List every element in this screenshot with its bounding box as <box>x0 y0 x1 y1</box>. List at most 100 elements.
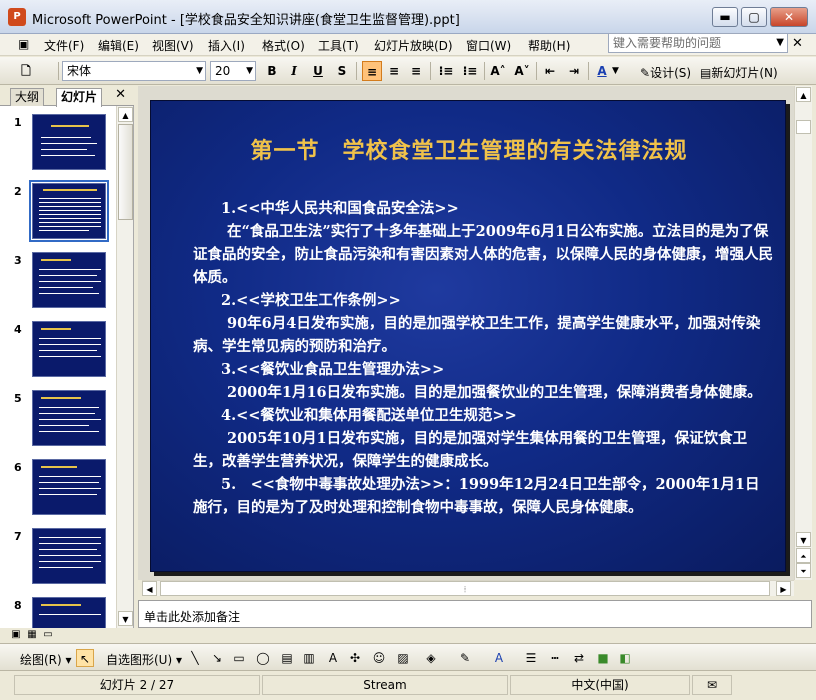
slideshow-view-icon[interactable]: ▭ <box>42 629 54 641</box>
new-document-icon[interactable]: 🗋 <box>16 61 36 81</box>
scrollbar-thumb[interactable] <box>118 124 133 220</box>
slide-thumbnail[interactable] <box>32 459 106 515</box>
bold-button[interactable]: B <box>262 61 282 81</box>
scroll-right-icon[interactable]: ▶ <box>776 581 791 596</box>
select-pointer-icon[interactable]: ↖ <box>76 649 94 667</box>
slide-vertical-scrollbar[interactable]: ▲ ▼ ⏶ ⏷ <box>794 86 812 580</box>
slide-thumbnail-selected[interactable] <box>29 180 109 242</box>
menu-window[interactable]: 窗口(W) <box>466 37 511 54</box>
align-right-icon[interactable]: ≡ <box>406 61 426 81</box>
slide-thumbnail[interactable] <box>32 390 106 446</box>
increase-font-icon[interactable]: A˄ <box>488 61 508 81</box>
slide-title[interactable]: 第一节 学校食堂卫生管理的有关法律法规 <box>151 133 787 165</box>
slide-horizontal-scrollbar[interactable]: ◀ ⦙ ▶ <box>142 580 794 596</box>
chevron-down-icon[interactable]: ▼ <box>612 66 619 76</box>
shadow-style-icon[interactable]: ■ <box>594 649 612 667</box>
diagram-icon[interactable]: ✣ <box>346 649 364 667</box>
scroll-left-icon[interactable]: ◀ <box>142 581 157 596</box>
scroll-down-icon[interactable]: ▼ <box>796 532 811 547</box>
scroll-down-icon[interactable]: ▼ <box>118 611 133 626</box>
font-color-icon[interactable]: A <box>592 61 612 81</box>
oval-icon[interactable]: ◯ <box>254 649 272 667</box>
line-icon[interactable]: ╲ <box>186 649 204 667</box>
menu-view[interactable]: 视图(V) <box>152 37 194 54</box>
clipart-icon[interactable]: ☺ <box>370 649 388 667</box>
slide-thumbnail[interactable] <box>32 597 106 628</box>
thumbnail-item[interactable]: 7 <box>0 526 116 588</box>
increase-indent-icon[interactable]: ⇥ <box>564 61 584 81</box>
slide-thumbnail[interactable] <box>32 114 106 170</box>
thumbnail-scrollbar[interactable]: ▲ ▼ <box>116 106 133 628</box>
dash-style-icon[interactable]: ┅ <box>546 649 564 667</box>
scrollbar-thumb[interactable] <box>796 120 811 134</box>
font-size-select[interactable]: 20 ▼ <box>210 61 256 81</box>
previous-slide-icon[interactable]: ⏶ <box>796 548 811 563</box>
line-style-icon[interactable]: ☰ <box>522 649 540 667</box>
thumbnail-item[interactable]: 4 <box>0 319 116 381</box>
help-search-input[interactable]: 键入需要帮助的问题 ▼ <box>608 33 788 53</box>
draw-menu-button[interactable]: 绘图(R) ▾ <box>20 651 72 668</box>
3d-style-icon[interactable]: ◧ <box>616 649 634 667</box>
menu-help[interactable]: 帮助(H) <box>528 37 570 54</box>
line-color-icon[interactable]: ✎ <box>456 649 474 667</box>
powerpoint-app-icon[interactable]: P <box>8 8 26 26</box>
chevron-down-icon[interactable]: ▼ <box>776 34 784 52</box>
scrollbar-thumb[interactable]: ⦙ <box>160 581 770 596</box>
decrease-indent-icon[interactable]: ⇤ <box>540 61 560 81</box>
slide-body-text[interactable]: 1.<<中华人民共和国食品安全法>> 在“食品卫生法”实行了十多年基础上于200… <box>193 197 773 519</box>
slide-thumbnail[interactable] <box>32 252 106 308</box>
current-slide[interactable]: 第一节 学校食堂卫生管理的有关法律法规 1.<<中华人民共和国食品安全法>> 在… <box>150 100 786 572</box>
document-close-icon[interactable]: ✕ <box>792 36 803 51</box>
italic-button[interactable]: I <box>284 61 304 81</box>
next-slide-icon[interactable]: ⏷ <box>796 563 811 578</box>
close-window-button[interactable]: ✕ <box>770 7 808 27</box>
chevron-down-icon[interactable]: ▼ <box>196 62 203 80</box>
tab-slides[interactable]: 幻灯片 <box>56 88 103 107</box>
slide-thumbnail[interactable] <box>32 321 106 377</box>
align-center-icon[interactable]: ≡ <box>384 61 404 81</box>
menu-slideshow[interactable]: 幻灯片放映(D) <box>374 37 453 54</box>
decrease-font-icon[interactable]: A˅ <box>512 61 532 81</box>
normal-view-icon[interactable]: ▣ <box>10 629 22 641</box>
maximize-button[interactable]: ▢ <box>741 7 767 27</box>
menu-edit[interactable]: 编辑(E) <box>98 37 139 54</box>
autoshapes-button[interactable]: 自选图形(U) ▾ <box>106 651 182 668</box>
new-slide-button[interactable]: ▤新幻灯片(N) <box>700 64 778 81</box>
arrow-icon[interactable]: ↘ <box>208 649 226 667</box>
numbered-list-icon[interactable]: ⁝≡ <box>436 61 456 81</box>
shadow-button[interactable]: S <box>332 61 352 81</box>
scroll-up-icon[interactable]: ▲ <box>796 87 811 102</box>
spelling-status-icon[interactable]: ✉ <box>692 675 732 695</box>
slide-sorter-icon[interactable]: ▦ <box>26 629 38 641</box>
tab-outline[interactable]: 大纲 <box>10 88 45 106</box>
thumbnail-item[interactable]: 1 <box>0 112 116 174</box>
chevron-down-icon[interactable]: ▼ <box>246 62 253 80</box>
menu-tools[interactable]: 工具(T) <box>318 37 359 54</box>
thumbnail-item[interactable]: 2 <box>0 180 116 243</box>
design-button[interactable]: ✎设计(S) <box>640 64 691 81</box>
font-color-icon[interactable]: A <box>490 649 508 667</box>
wordart-icon[interactable]: A <box>324 649 342 667</box>
menu-insert[interactable]: 插入(I) <box>208 37 245 54</box>
align-left-icon[interactable]: ≡ <box>362 61 382 81</box>
thumbnail-item[interactable]: 5 <box>0 388 116 450</box>
fill-color-icon[interactable]: ◈ <box>422 649 440 667</box>
thumbnail-item[interactable]: 3 <box>0 250 116 312</box>
rectangle-icon[interactable]: ▭ <box>230 649 248 667</box>
textbox-icon[interactable]: ▤ <box>278 649 296 667</box>
arrow-style-icon[interactable]: ⇄ <box>570 649 588 667</box>
thumbnail-item[interactable]: 6 <box>0 457 116 519</box>
picture-icon[interactable]: ▨ <box>394 649 412 667</box>
menu-format[interactable]: 格式(O) <box>262 37 305 54</box>
font-name-select[interactable]: 宋体 ▼ <box>62 61 206 81</box>
underline-button[interactable]: U <box>308 61 328 81</box>
slide-thumbnail[interactable] <box>32 528 106 584</box>
menu-file[interactable]: 文件(F) <box>44 37 84 54</box>
bullet-list-icon[interactable]: ⁝≡ <box>460 61 480 81</box>
thumbnail-item[interactable]: 8 <box>0 595 116 628</box>
notes-pane[interactable]: 单击此处添加备注 <box>138 600 812 628</box>
vertical-textbox-icon[interactable]: ▥ <box>300 649 318 667</box>
scroll-up-icon[interactable]: ▲ <box>118 107 133 122</box>
minimize-button[interactable]: ▬ <box>712 7 738 27</box>
close-pane-icon[interactable]: ✕ <box>115 87 126 102</box>
